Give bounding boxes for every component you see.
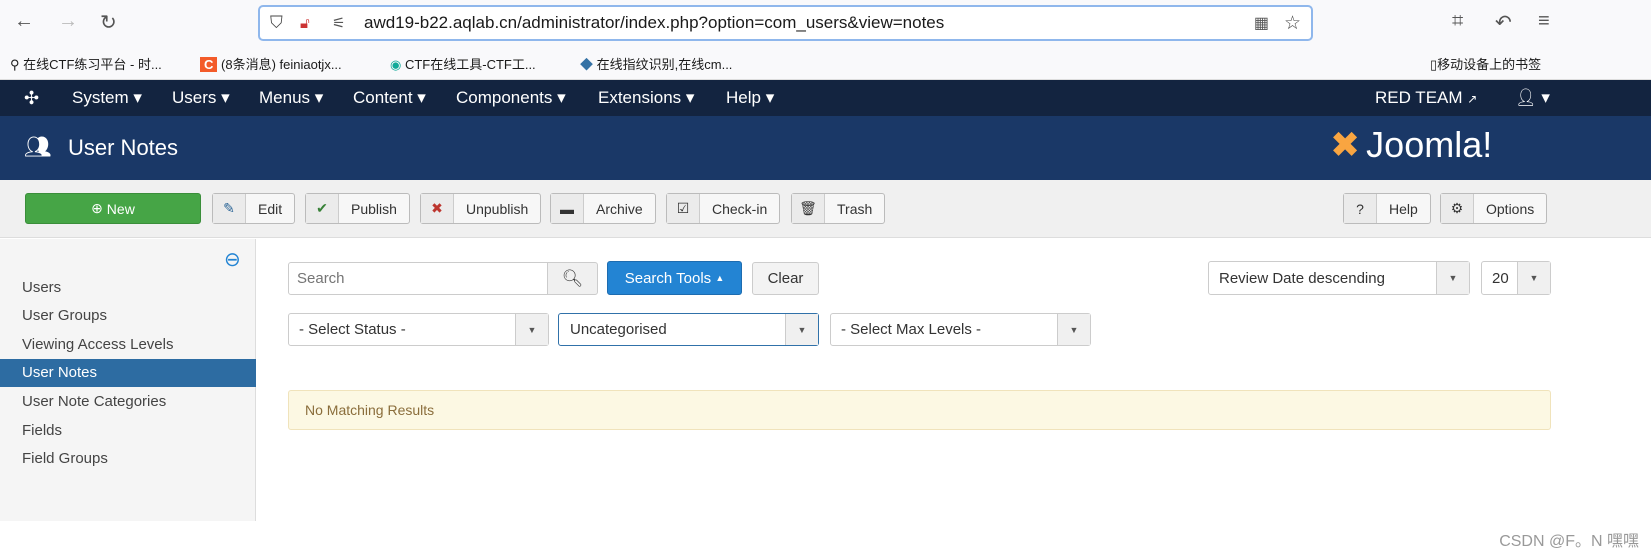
help-button[interactable]: ? Help xyxy=(1343,193,1431,224)
new-button[interactable]: ⊕ New xyxy=(25,193,201,224)
checkin-button[interactable]: ☑ Check-in xyxy=(666,193,781,224)
browser-toolbar: ← → ↻ ⛉ 🔓︎ ⚟ awd19-b22.aqlab.cn/administ… xyxy=(0,0,1651,45)
page-header: 👥︎ User Notes ✖ Joomla! xyxy=(0,116,1651,180)
menu-components[interactable]: Components ▾ xyxy=(456,88,566,108)
bookmark-item[interactable]: ◉ CTF在线工具-CTF工... xyxy=(390,54,536,73)
sidebar-item-fields[interactable]: Fields xyxy=(0,417,256,445)
category-select[interactable]: Uncategorised ▼ xyxy=(558,313,819,346)
users-icon: 👥︎ xyxy=(24,134,52,159)
archive-icon: ▬ xyxy=(551,194,584,223)
csdn-icon: C xyxy=(200,57,218,72)
site-link[interactable]: RED TEAM ↗ xyxy=(1375,88,1477,108)
bookmark-item[interactable]: ◆ 在线指纹识别,在线cm... xyxy=(580,54,732,73)
edit-icon: ✎ xyxy=(213,194,246,223)
bookmarks-bar: ⚲ 在线CTF练习平台 - 时... C (8条消息) feiniaotjx..… xyxy=(0,45,1651,80)
menu-extensions[interactable]: Extensions ▾ xyxy=(598,88,694,108)
crop-icon[interactable]: ⌗ xyxy=(1452,10,1463,33)
admin-menu: ✣ System ▾ Users ▾ Menus ▾ Content ▾ Com… xyxy=(0,80,1651,116)
python-icon: ◆ xyxy=(580,57,594,72)
bookmark-item[interactable]: ⚲ 在线CTF练习平台 - 时... xyxy=(10,54,162,73)
toolbar: ⊕ New ✎ Edit ✔ Publish ✖ Unpublish ▬ Archive… xyxy=(0,180,1651,238)
search-input[interactable] xyxy=(288,262,548,295)
chevron-down-icon: ▼ xyxy=(1057,314,1090,345)
menu-users[interactable]: Users ▾ xyxy=(172,88,230,108)
menu-system[interactable]: System ▾ xyxy=(72,88,142,108)
sidebar-item-users[interactable]: Users xyxy=(0,274,256,302)
external-link-icon: ↗ xyxy=(1467,92,1478,106)
qr-code-icon[interactable]: ▦ xyxy=(1254,13,1269,33)
joomla-logo: ✖ Joomla! xyxy=(1330,124,1493,165)
insecure-lock-icon: 🔓︎ xyxy=(300,14,310,32)
check-icon: ✔ xyxy=(306,194,339,223)
max-levels-select[interactable]: - Select Max Levels - ▼ xyxy=(830,313,1091,346)
eye-icon: ◉ xyxy=(390,57,402,72)
status-select[interactable]: - Select Status - ▼ xyxy=(288,313,549,346)
menu-help[interactable]: Help ▾ xyxy=(726,88,774,108)
no-results-alert: No Matching Results xyxy=(288,390,1551,430)
back-icon[interactable]: ← xyxy=(14,10,34,33)
question-icon: ? xyxy=(1344,194,1377,223)
url-text[interactable]: awd19-b22.aqlab.cn/administrator/index.p… xyxy=(364,13,944,33)
user-icon: 👤︎ xyxy=(1515,88,1537,107)
clear-button[interactable]: Clear xyxy=(752,262,819,295)
sidebar-item-user-notes[interactable]: User Notes xyxy=(0,359,256,387)
bookmark-star-icon[interactable]: ☆ xyxy=(1284,12,1301,35)
trash-button[interactable]: 🗑︎ Trash xyxy=(791,193,886,224)
sidebar-item-viewing-access-levels[interactable]: Viewing Access Levels xyxy=(0,331,256,359)
search-icon: 🔍︎ xyxy=(561,268,584,288)
sidebar: ⊖ Users User Groups Viewing Access Level… xyxy=(0,239,256,521)
bookmark-item[interactable]: C (8条消息) feiniaotjx... xyxy=(200,54,342,73)
gear-icon: ⚙ xyxy=(1441,194,1474,223)
permissions-icon: ⚟ xyxy=(332,15,346,32)
trash-icon: 🗑︎ xyxy=(792,194,825,223)
sidebar-item-field-groups[interactable]: Field Groups xyxy=(0,445,256,473)
user-menu[interactable]: 👤︎ ▾ xyxy=(1515,88,1550,108)
options-button[interactable]: ⚙ Options xyxy=(1440,193,1548,224)
mobile-bookmarks[interactable]: ▯移动设备上的书签 xyxy=(1430,54,1541,73)
menu-content[interactable]: Content ▾ xyxy=(353,88,426,108)
chevron-down-icon: ▼ xyxy=(785,314,818,345)
chevron-down-icon: ▼ xyxy=(515,314,548,345)
publish-button[interactable]: ✔ Publish xyxy=(305,193,410,224)
limit-select[interactable]: 20 ▼ xyxy=(1481,261,1551,295)
unpublish-button[interactable]: ✖ Unpublish xyxy=(420,193,542,224)
x-circle-icon: ✖ xyxy=(421,194,454,223)
address-bar[interactable]: ⛉ 🔓︎ ⚟ awd19-b22.aqlab.cn/administrator/… xyxy=(258,5,1313,41)
page-title: User Notes xyxy=(68,135,179,160)
search-tools-button[interactable]: Search Tools ▲ xyxy=(607,261,742,295)
archive-button[interactable]: ▬ Archive xyxy=(550,193,656,224)
chevron-down-icon: ▼ xyxy=(1436,262,1469,294)
sidebar-item-user-note-categories[interactable]: User Note Categories xyxy=(0,388,256,416)
forward-icon[interactable]: → xyxy=(58,10,78,33)
shield-icon: ⛉ xyxy=(270,13,283,32)
caret-up-icon: ▲ xyxy=(715,273,725,283)
sidebar-item-user-groups[interactable]: User Groups xyxy=(0,302,256,330)
reload-icon[interactable]: ↻ xyxy=(100,10,117,35)
ordering-select[interactable]: Review Date descending ▼ xyxy=(1208,261,1470,295)
menu-menus[interactable]: Menus ▾ xyxy=(259,88,323,108)
watermark: CSDN @F。N 嘿嘿 xyxy=(1499,533,1639,550)
collapse-sidebar-icon[interactable]: ⊖ xyxy=(224,247,241,272)
joomla-icon[interactable]: ✣ xyxy=(24,88,39,109)
search-button[interactable]: 🔍︎ xyxy=(547,262,598,295)
menu-icon[interactable]: ≡ xyxy=(1538,10,1550,33)
chevron-down-icon: ▼ xyxy=(1517,262,1550,294)
edit-button[interactable]: ✎ Edit xyxy=(212,193,296,224)
checkbox-icon: ☑ xyxy=(667,194,700,223)
plus-circle-icon: ⊕ xyxy=(91,200,107,216)
undo-icon[interactable]: ↶ xyxy=(1495,10,1512,35)
